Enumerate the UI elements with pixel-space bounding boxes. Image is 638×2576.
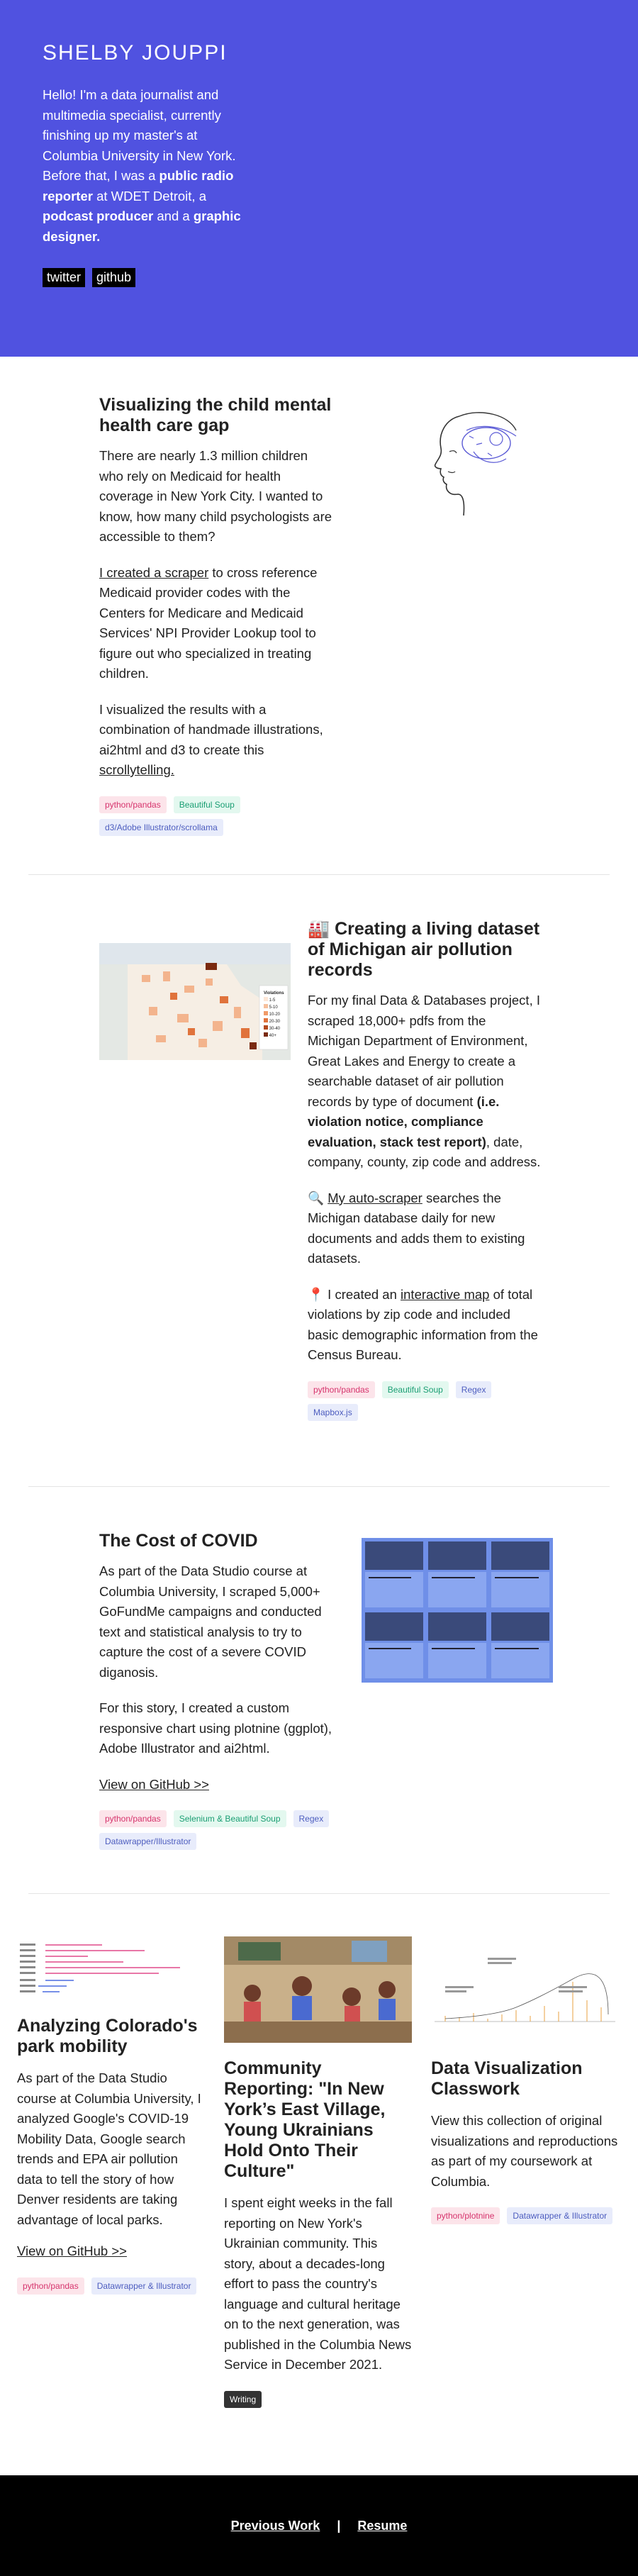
project-title: Visualizing the child mental health care…: [99, 395, 332, 435]
tag: Datawrapper & Illustrator: [507, 2207, 613, 2224]
card-text: I spent eight weeks in the fall reportin…: [224, 2195, 412, 2372]
site-footer: Previous Work | Resume: [0, 2475, 638, 2576]
project-text: 🏭 Creating a living dataset of Michigan …: [308, 919, 542, 1486]
tag-list: python/plotnine Datawrapper & Illustrato…: [431, 2207, 619, 2224]
tag-list: python/pandas Beautiful Soup d3/Adobe Il…: [99, 796, 333, 836]
project-title: 🏭 Creating a living dataset of Michigan …: [308, 919, 540, 980]
tag-list: python/pandas Selenium & Beautiful Soup …: [99, 1810, 333, 1850]
tag: Regex: [455, 1381, 492, 1398]
covid-story-grid[interactable]: [362, 1538, 553, 1683]
head-illustration[interactable]: [417, 402, 530, 874]
social-links: twitter github: [43, 268, 638, 287]
tag-list: Writing: [224, 2390, 412, 2408]
scraper-link[interactable]: I created a scraper: [99, 565, 208, 580]
card-community-reporting: Community Reporting: "In New York’s East…: [224, 1936, 412, 2475]
project-paragraph: 🔍 My auto-scraper searches the Michigan …: [308, 1190, 525, 1266]
classwork-chart-thumbnail[interactable]: [431, 1936, 619, 2043]
project-michigan-air: Violations 1-5 5-10 10-20 20-30 30-40 40…: [0, 875, 638, 1486]
project-cost-of-covid: The Cost of COVID As part of the Data St…: [0, 1487, 638, 1893]
tag: Beautiful Soup: [173, 796, 240, 813]
project-mental-health: Visualizing the child mental health care…: [0, 357, 638, 874]
card-text: As part of the Data Studio course at Col…: [17, 2070, 201, 2227]
magnifier-icon: 🔍: [308, 1190, 325, 1205]
card-text: View this collection of original visuali…: [431, 2113, 618, 2189]
footer-separator: |: [337, 2518, 341, 2533]
project-paragraph: For this story, I created a custom respo…: [99, 1700, 332, 1756]
michigan-map[interactable]: Violations 1-5 5-10 10-20 20-30 30-40 40…: [99, 943, 291, 1060]
tag: Regex: [293, 1810, 330, 1827]
project-paragraph: I visualized the results with a combinat…: [99, 701, 323, 778]
hero-section: SHELBY JOUPPI Hello! I'm a data journali…: [0, 0, 638, 357]
tag: Beautiful Soup: [381, 1381, 449, 1398]
tag: Datawrapper & Illustrator: [91, 2277, 197, 2295]
factory-icon: 🏭: [308, 919, 330, 939]
project-title: The Cost of COVID: [99, 1531, 258, 1551]
project-paragraph: As part of the Data Studio course at Col…: [99, 1563, 322, 1680]
pin-icon: 📍: [308, 1286, 325, 1302]
project-paragraph: For my final Data & Databases project, I…: [308, 993, 541, 1169]
tag: Mapbox.js: [308, 1403, 358, 1421]
github-link[interactable]: View on GitHub >>: [17, 2243, 127, 2258]
mobility-chart-thumbnail[interactable]: [17, 1936, 205, 2000]
bio-text: Hello! I'm a data journalist and multime…: [43, 87, 241, 244]
tag-list: python/pandas Datawrapper & Illustrator: [17, 2277, 205, 2295]
tag: python/pandas: [17, 2277, 84, 2295]
resume-link[interactable]: Resume: [357, 2519, 407, 2533]
tag: python/plotnine: [431, 2207, 500, 2224]
map-legend: Violations 1-5 5-10 10-20 20-30 30-40 40…: [264, 991, 284, 1038]
project-paragraph: I created a scraper to cross reference M…: [99, 564, 318, 681]
auto-scraper-link[interactable]: My auto-scraper: [328, 1191, 422, 1205]
tag: Selenium & Beautiful Soup: [173, 1810, 286, 1827]
previous-work-link[interactable]: Previous Work: [231, 2519, 320, 2533]
github-link[interactable]: View on GitHub >>: [99, 1777, 209, 1792]
project-paragraph: There are nearly 1.3 million children wh…: [99, 448, 332, 544]
card-dataviz-classwork: Data Visualization Classwork View this c…: [431, 1936, 619, 2475]
project-text: The Cost of COVID As part of the Data St…: [99, 1531, 333, 1893]
project-cards: Analyzing Colorado's park mobility As pa…: [0, 1894, 638, 2475]
tag: python/pandas: [308, 1381, 375, 1398]
project-paragraph: 📍 I created an interactive map of total …: [308, 1286, 538, 1363]
tag-list: python/pandas Beautiful Soup Regex Mapbo…: [308, 1381, 542, 1421]
classroom-photo[interactable]: [224, 1936, 412, 2043]
tag: python/pandas: [99, 796, 167, 813]
project-paragraph: View on GitHub >>: [99, 1775, 333, 1795]
github-link[interactable]: github: [92, 268, 136, 287]
card-title: Data Visualization Classwork: [431, 2058, 583, 2099]
tag: python/pandas: [99, 1810, 167, 1827]
scrollytelling-link[interactable]: scrollytelling.: [99, 762, 174, 777]
project-text: Visualizing the child mental health care…: [99, 395, 333, 874]
tag: Writing: [224, 2390, 262, 2408]
tag: d3/Adobe Illustrator/scrollama: [99, 818, 223, 836]
site-title: SHELBY JOUPPI: [43, 41, 228, 65]
card-title: Community Reporting: "In New York’s East…: [224, 2058, 386, 2181]
tag: Datawrapper/Illustrator: [99, 1833, 197, 1850]
card-colorado-parks: Analyzing Colorado's park mobility As pa…: [17, 1936, 205, 2475]
interactive-map-link[interactable]: interactive map: [401, 1287, 489, 1302]
twitter-link[interactable]: twitter: [43, 268, 86, 287]
card-title: Analyzing Colorado's park mobility: [17, 2016, 198, 2056]
